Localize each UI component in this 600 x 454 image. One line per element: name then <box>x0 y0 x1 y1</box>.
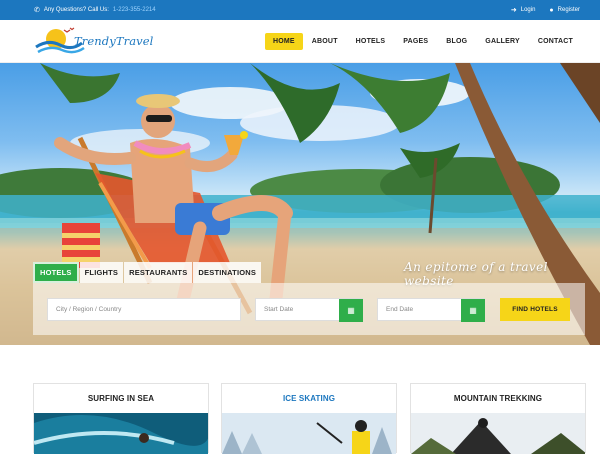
city-input[interactable]: City / Region / Country <box>47 298 241 321</box>
login-link[interactable]: ➜ Login <box>511 7 536 14</box>
hero-banner: An epitome of a travel website HOTELS FL… <box>0 63 600 345</box>
tab-restaurants[interactable]: RESTAURANTS <box>124 262 193 283</box>
card-ice-skating[interactable]: ICE SKATING <box>221 383 397 454</box>
login-icon: ➜ <box>510 6 517 14</box>
login-label: Login <box>520 7 536 13</box>
search-form: City / Region / Country Start Date ▦ End… <box>33 283 585 335</box>
start-date-input[interactable]: Start Date ▦ <box>255 298 363 322</box>
logo[interactable]: TrendyTravel <box>34 25 153 59</box>
register-link[interactable]: ● Register <box>549 7 580 14</box>
end-date-placeholder: End Date <box>386 306 414 313</box>
nav-gallery[interactable]: GALLERY <box>476 33 529 50</box>
header: TrendyTravel HOME ABOUT HOTELS PAGES BLO… <box>0 20 600 63</box>
card-title: SURFING IN SEA <box>87 394 155 403</box>
nav-contact[interactable]: CONTACT <box>529 33 582 50</box>
card-title: ICE SKATING <box>282 394 336 403</box>
tab-destinations[interactable]: DESTINATIONS <box>193 262 262 283</box>
activities-section: SURFING IN SEA ICE SKATING MOUNTAIN TREK… <box>0 345 600 454</box>
search-tabs: HOTELS FLIGHTS RESTAURANTS DESTINATIONS <box>33 262 262 283</box>
find-hotels-button[interactable]: FIND HOTELS <box>500 298 570 321</box>
start-date-placeholder: Start Date <box>264 306 294 313</box>
main-nav: HOME ABOUT HOTELS PAGES BLOG GALLERY CON… <box>264 33 582 50</box>
phone-icon: ✆ <box>34 6 40 14</box>
user-icon: ● <box>549 6 554 14</box>
card-title: MOUNTAIN TREKKING <box>453 394 543 403</box>
ice-skating-image <box>222 413 396 454</box>
phone-number[interactable]: 1-223-355-2214 <box>113 7 156 13</box>
calendar-icon[interactable]: ▦ <box>339 299 363 322</box>
nav-home[interactable]: HOME <box>264 33 303 50</box>
end-date-input[interactable]: End Date ▦ <box>377 298 485 322</box>
tab-hotels[interactable]: HOTELS <box>33 262 79 283</box>
card-mountain-trekking[interactable]: MOUNTAIN TREKKING <box>410 383 586 454</box>
trekking-image <box>411 413 585 454</box>
logo-text: TrendyTravel <box>74 34 154 48</box>
top-bar: ✆ Any Questions? Call Us: 1-223-355-2214… <box>0 0 600 20</box>
card-surfing[interactable]: SURFING IN SEA <box>33 383 209 454</box>
nav-pages[interactable]: PAGES <box>394 33 437 50</box>
tab-flights[interactable]: FLIGHTS <box>79 262 124 283</box>
calendar-icon[interactable]: ▦ <box>461 299 485 322</box>
nav-about[interactable]: ABOUT <box>303 33 347 50</box>
nav-hotels[interactable]: HOTELS <box>347 33 395 50</box>
surfing-image <box>34 413 208 454</box>
question-text: Any Questions? Call Us: <box>43 7 109 13</box>
nav-blog[interactable]: BLOG <box>437 33 476 50</box>
contact-info: ✆ Any Questions? Call Us: 1-223-355-2214 <box>34 0 156 20</box>
register-label: Register <box>557 7 580 13</box>
